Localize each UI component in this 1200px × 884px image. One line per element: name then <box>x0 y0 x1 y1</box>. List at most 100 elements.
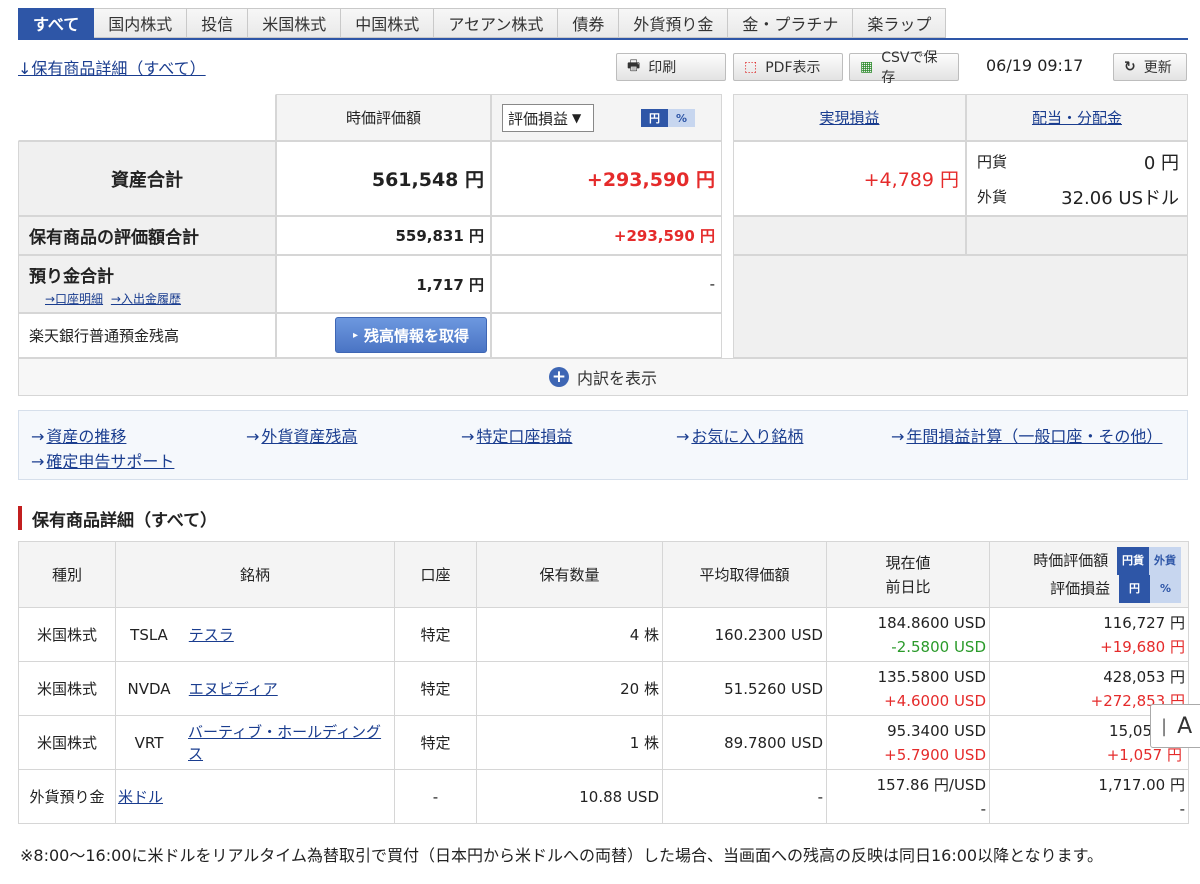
table-row: 外貨預り金 米ドル - 10.88 USD - 157.86 円/USD - 1,… <box>18 769 1189 824</box>
col-avg-price: 平均取得価額 <box>662 541 827 608</box>
print-button[interactable]: 🖶 印刷 <box>616 53 726 81</box>
dividend-fx-value: 32.06 USドル <box>1061 188 1179 209</box>
bank-balance-empty <box>491 313 722 358</box>
stock-link[interactable]: エヌビディア <box>189 680 278 698</box>
timestamp: 06/19 09:17 <box>986 56 1084 75</box>
section-title: 保有商品詳細（すべて） <box>18 506 217 531</box>
tab-funds[interactable]: 投信 <box>187 8 249 38</box>
drag-handle-icon: | <box>1161 715 1168 737</box>
show-breakdown-button[interactable]: + 内訳を表示 <box>18 358 1188 396</box>
dividend-fx-label: 外貨 <box>977 188 1008 206</box>
tab-us-stocks[interactable]: 米国株式 <box>248 8 342 38</box>
plus-circle-icon: + <box>548 367 569 387</box>
deposit-total-value: 1,717 円 <box>276 255 491 313</box>
col-current-price: 現在値 前日比 <box>826 541 990 608</box>
holdings-total-pl: +293,590 円 <box>491 216 722 255</box>
realized-pl-header: 実現損益 <box>733 94 966 141</box>
pl-type-select-value: 評価損益 <box>508 109 569 128</box>
total-assets-value: 561,548 円 <box>276 141 491 216</box>
footnote: ※8:00～16:00に米ドルをリアルタイム為替取引で買付（日本円から米ドルへの… <box>20 846 1103 865</box>
deposit-history-link[interactable]: →入出金履歴 <box>111 292 181 306</box>
dividend-cell: 円貨 0 円 外貨 32.06 USドル <box>966 141 1188 216</box>
table-row: 米国株式 VRT バーティブ・ホールディングス 特定 1 株 89.7800 U… <box>18 715 1189 770</box>
col-name: 銘柄 <box>115 541 395 608</box>
stock-link[interactable]: バーティブ・ホールディングス <box>188 721 388 765</box>
col-account: 口座 <box>394 541 477 608</box>
stock-link[interactable]: テスラ <box>189 626 234 644</box>
arrow-right-icon: → <box>676 427 690 446</box>
dividend-header: 配当・分配金 <box>966 94 1188 141</box>
holdings-total-label: 保有商品の評価額合計 <box>18 216 276 255</box>
realized-pl-link[interactable]: 実現損益 <box>819 107 879 128</box>
deposit-total-cell: 預り金合計 →口座明細 →入出金履歴 <box>18 255 276 313</box>
tab-rakuwrap[interactable]: 楽ラップ <box>853 8 947 38</box>
refresh-label: 更新 <box>1143 60 1172 76</box>
tab-asean-stocks[interactable]: アセアン株式 <box>434 8 559 38</box>
fetch-balance-button[interactable]: ▸ 残高情報を取得 <box>335 317 487 353</box>
annual-pl-link[interactable]: → 年間損益計算（一般口座・その他） <box>891 423 1162 447</box>
holdings-total-value: 559,831 円 <box>276 216 491 255</box>
tab-all[interactable]: すべて <box>18 8 95 38</box>
toggle-fx[interactable]: 外貨 <box>1149 546 1181 575</box>
tab-domestic-stocks[interactable]: 国内株式 <box>94 8 188 38</box>
csv-label: CSVで保存 <box>881 50 938 86</box>
pdf-button[interactable]: ⬚ PDF表示 <box>733 53 843 81</box>
account-detail-link[interactable]: →口座明細 <box>45 292 103 306</box>
refresh-button[interactable]: ↻ 更新 <box>1113 53 1187 81</box>
tab-gold-platinum[interactable]: 金・プラチナ <box>728 8 854 38</box>
holdings-detail-anchor-link[interactable]: ↓保有商品詳細（すべて） <box>18 55 206 79</box>
csv-icon: ▦ <box>860 59 874 75</box>
floating-text-tool[interactable]: | A <box>1150 704 1200 748</box>
show-breakdown-label: 内訳を表示 <box>576 369 657 388</box>
tab-bonds[interactable]: 債券 <box>558 8 620 38</box>
summary-corner <box>18 94 276 141</box>
fx-assets-link[interactable]: → 外貨資産残高 <box>246 423 357 447</box>
toggle-jpy[interactable]: 円貨 <box>1117 546 1149 575</box>
pl-toggle: 円 % <box>1118 574 1181 603</box>
total-assets-pl: +293,590 円 <box>491 141 722 216</box>
toggle-percent[interactable]: % <box>668 109 696 127</box>
right-empty-3 <box>733 255 1188 358</box>
csv-button[interactable]: ▦ CSVで保存 <box>849 50 959 86</box>
dividend-link[interactable]: 配当・分配金 <box>1032 107 1122 128</box>
chevron-down-icon: ▼ <box>572 111 582 125</box>
bank-balance-label: 楽天銀行普通預金残高 <box>18 313 276 358</box>
right-empty-2 <box>966 216 1188 255</box>
tax-return-link[interactable]: → 確定申告サポート <box>31 448 174 472</box>
refresh-icon: ↻ <box>1124 59 1136 75</box>
toggle-pl-percent[interactable]: % <box>1149 574 1181 603</box>
arrow-right-icon: → <box>31 452 45 471</box>
print-label: 印刷 <box>648 60 677 76</box>
letter-a-icon: A <box>1177 713 1193 739</box>
arrow-right-icon: → <box>31 427 45 446</box>
pl-unit-toggle: 円 % <box>641 109 696 127</box>
arrow-right-icon: → <box>246 427 260 446</box>
currency-toggle: 円貨 外貨 <box>1117 546 1181 575</box>
currency-link[interactable]: 米ドル <box>118 788 163 806</box>
fetch-balance-label: 残高情報を取得 <box>364 326 470 345</box>
pdf-label: PDF表示 <box>765 60 821 76</box>
table-row: 米国株式 NVDA エヌビディア 特定 20 株 51.5260 USD 135… <box>18 661 1189 716</box>
dividend-yen-value: 0 円 <box>1143 153 1179 174</box>
tab-fx-deposits[interactable]: 外貨預り金 <box>619 8 729 38</box>
holdings-table: 種別 銘柄 口座 保有数量 平均取得価額 現在値 前日比 時価評価額 円貨 外貨… <box>18 541 1189 824</box>
deposit-total-pl: - <box>491 255 722 313</box>
market-tabs: すべて 国内株式 投信 米国株式 中国株式 アセアン株式 債券 外貨預り金 金・… <box>18 8 947 38</box>
favorites-link[interactable]: → お気に入り銘柄 <box>676 423 803 447</box>
tab-china-stocks[interactable]: 中国株式 <box>341 8 435 38</box>
tabs-underline <box>18 38 1188 40</box>
arrow-right-icon: → <box>461 427 475 446</box>
table-row: 米国株式 TSLA テスラ 特定 4 株 160.2300 USD 184.86… <box>18 607 1189 662</box>
toggle-pl-yen[interactable]: 円 <box>1118 574 1150 603</box>
pl-type-select[interactable]: 評価損益 ▼ <box>502 104 594 132</box>
toggle-yen[interactable]: 円 <box>641 109 668 127</box>
market-value-header: 時価評価額 <box>276 94 491 141</box>
table-header-row: 種別 銘柄 口座 保有数量 平均取得価額 現在値 前日比 時価評価額 円貨 外貨… <box>18 541 1189 608</box>
right-empty-1 <box>733 216 966 255</box>
realized-pl-value: +4,789 円 <box>733 141 966 216</box>
specific-account-pl-link[interactable]: → 特定口座損益 <box>461 423 572 447</box>
dividend-yen-label: 円貨 <box>977 153 1008 171</box>
caret-right-icon: ▸ <box>352 329 358 341</box>
quick-links-box: → 資産の推移 → 外貨資産残高 → 特定口座損益 → お気に入り銘柄 → 年間損益計算（… <box>18 410 1188 480</box>
asset-trend-link[interactable]: → 資産の推移 <box>31 423 126 447</box>
